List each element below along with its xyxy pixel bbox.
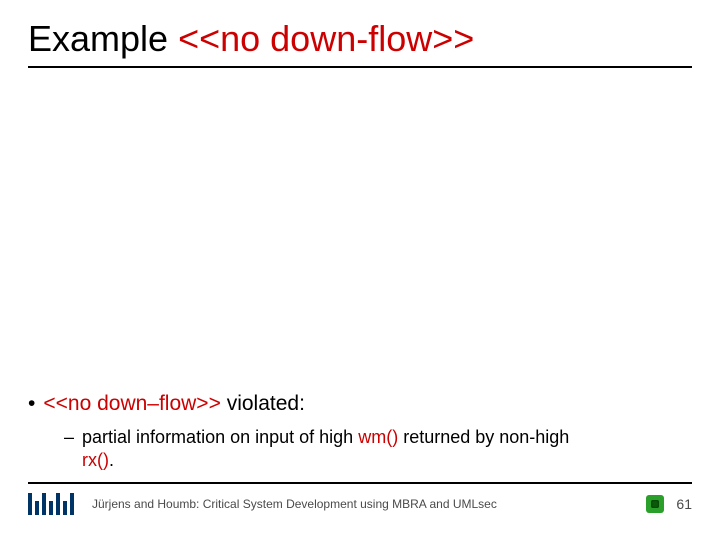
footer-text: Jürjens and Houmb: Critical System Devel… xyxy=(92,497,497,511)
title-divider xyxy=(28,66,692,68)
sub-text-part2: returned by non-high xyxy=(403,427,569,447)
bullet-violated: violated: xyxy=(227,392,305,415)
bullet-text: <<no down–flow>> violated: xyxy=(43,392,305,416)
page-number: 61 xyxy=(676,496,692,512)
title-word-example: Example xyxy=(28,18,168,60)
sub-bullet-marker: – xyxy=(64,426,74,449)
bullet-item: • <<no down–flow>> violated: xyxy=(28,392,692,416)
footer: Jürjens and Houmb: Critical System Devel… xyxy=(0,482,720,518)
bullet-marker: • xyxy=(28,393,35,414)
footer-right: 61 xyxy=(646,495,692,513)
footer-row: Jürjens and Houmb: Critical System Devel… xyxy=(28,490,692,518)
sub-text-period: . xyxy=(109,450,114,470)
sub-bullet-text: partial information on input of high wm(… xyxy=(82,426,569,473)
sub-text-part1: partial information on input of high xyxy=(82,427,353,447)
footer-left: Jürjens and Houmb: Critical System Devel… xyxy=(28,493,497,515)
slide: Example <<no down-flow>> • <<no down–flo… xyxy=(0,0,720,540)
bullet-stereotype: <<no down–flow>> xyxy=(43,392,220,415)
sub-text-rx: rx() xyxy=(82,450,109,470)
footer-divider xyxy=(28,482,692,484)
slide-title: Example <<no down-flow>> xyxy=(28,18,692,60)
title-stereotype: <<no down-flow>> xyxy=(178,18,474,60)
stop-icon[interactable] xyxy=(646,495,664,513)
tum-logo-icon xyxy=(28,493,74,515)
content-area: • <<no down–flow>> violated: – partial i… xyxy=(28,392,692,473)
sub-text-wm: wm() xyxy=(358,427,398,447)
sub-bullet-item: – partial information on input of high w… xyxy=(64,426,692,473)
